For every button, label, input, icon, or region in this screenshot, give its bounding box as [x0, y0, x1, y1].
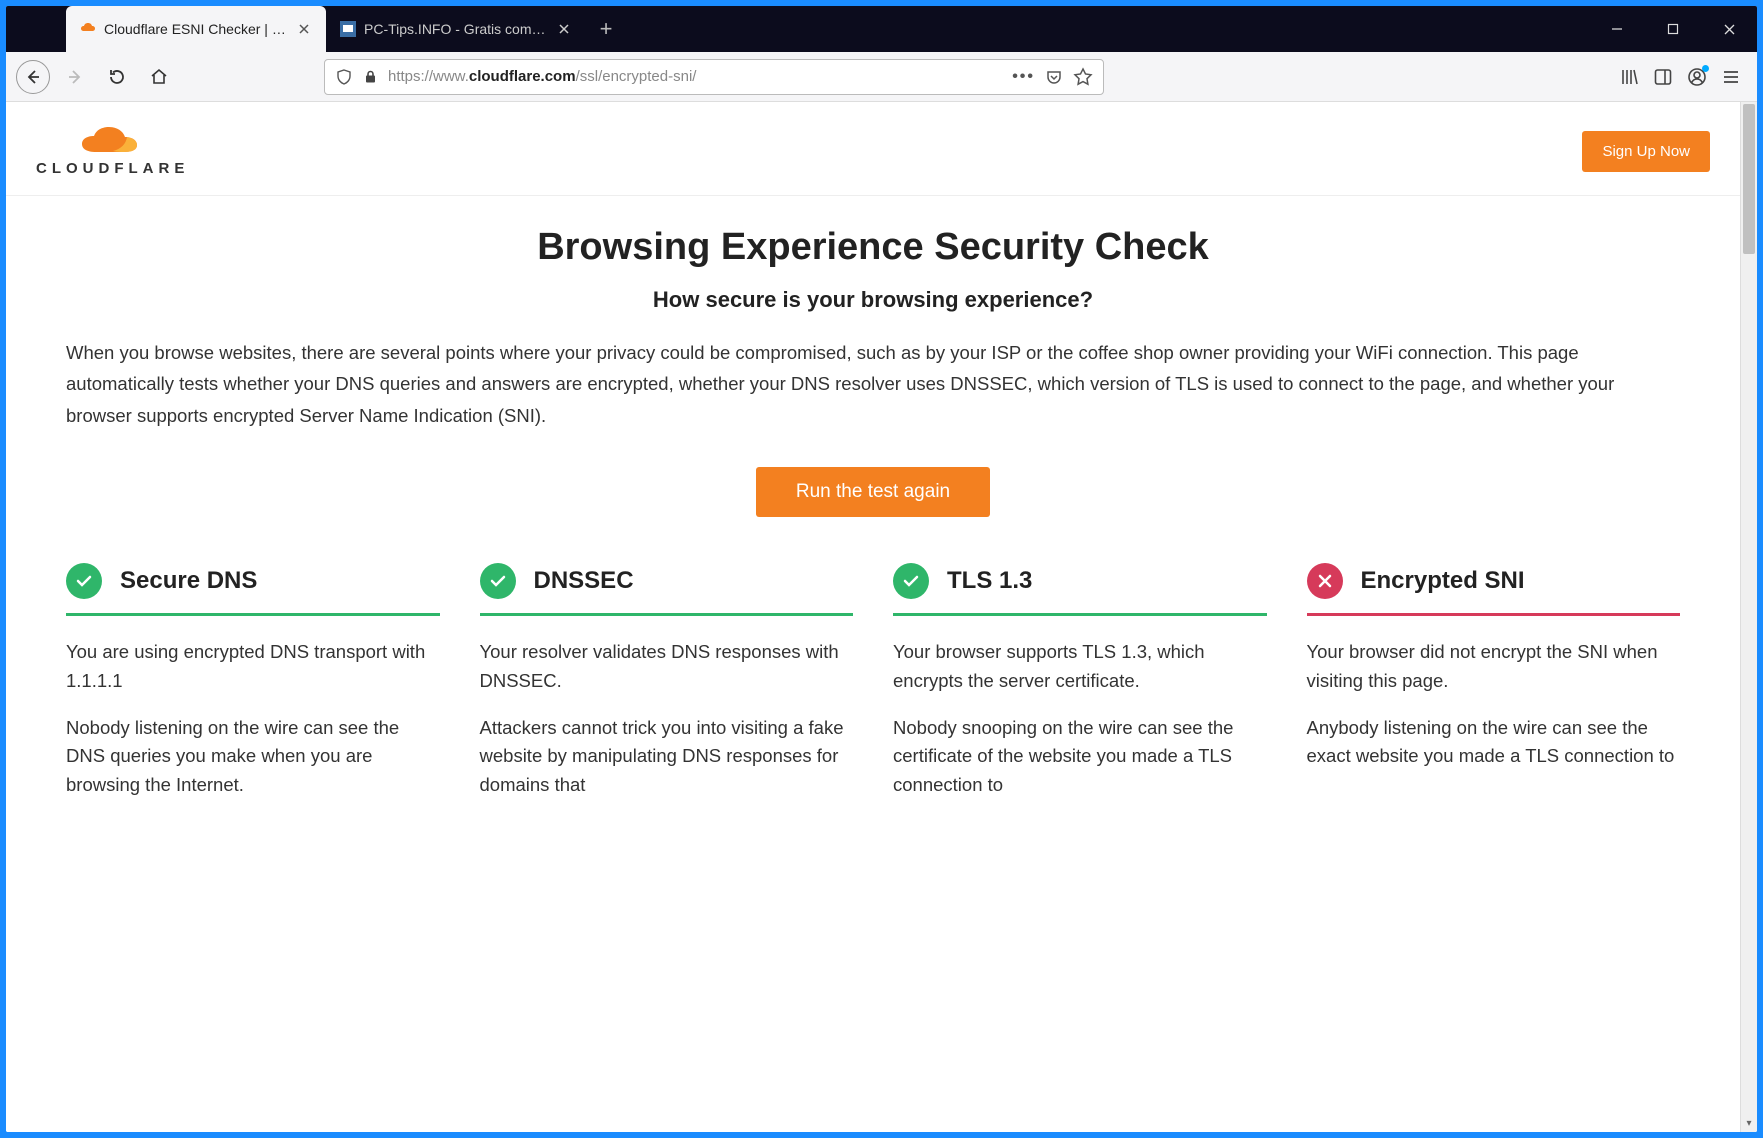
page-subtitle: How secure is your browsing experience?	[66, 287, 1680, 313]
minimize-button[interactable]	[1589, 6, 1645, 52]
account-icon[interactable]	[1687, 67, 1707, 87]
results-grid: Secure DNS You are using encrypted DNS t…	[66, 563, 1680, 817]
card-title: TLS 1.3	[947, 567, 1032, 595]
browser-window: Cloudflare ESNI Checker | Cloud PC-Tips.…	[6, 6, 1757, 1132]
card-title: Secure DNS	[120, 567, 257, 595]
site-header: CLOUDFLARE Sign Up Now	[6, 102, 1740, 196]
divider	[480, 613, 854, 616]
bookmark-star-icon[interactable]	[1073, 67, 1093, 87]
check-icon	[893, 563, 929, 599]
card-summary: Your resolver validates DNS responses wi…	[480, 638, 854, 695]
menu-icon[interactable]	[1721, 67, 1741, 87]
check-icon	[480, 563, 516, 599]
pocket-icon[interactable]	[1045, 68, 1063, 86]
close-window-button[interactable]	[1701, 6, 1757, 52]
tab-active[interactable]: Cloudflare ESNI Checker | Cloud	[66, 6, 326, 52]
close-icon[interactable]	[556, 21, 572, 37]
shield-icon[interactable]	[335, 68, 353, 86]
card-dnssec: DNSSEC Your resolver validates DNS respo…	[480, 563, 854, 817]
main-content: Browsing Experience Security Check How s…	[6, 196, 1740, 818]
divider	[893, 613, 1267, 616]
check-icon	[66, 563, 102, 599]
tab-label: Cloudflare ESNI Checker | Cloud	[104, 21, 288, 37]
tab-strip: Cloudflare ESNI Checker | Cloud PC-Tips.…	[6, 6, 626, 52]
close-icon[interactable]	[296, 21, 312, 37]
tab-inactive-1[interactable]: PC-Tips.INFO - Gratis compute	[326, 6, 586, 52]
tab-label: PC-Tips.INFO - Gratis compute	[364, 21, 548, 37]
card-title: DNSSEC	[534, 567, 634, 595]
scroll-down-icon[interactable]: ▾	[1741, 1115, 1757, 1132]
card-secure-dns: Secure DNS You are using encrypted DNS t…	[66, 563, 440, 817]
brand-text: CLOUDFLARE	[36, 160, 189, 177]
vertical-scrollbar[interactable]: ▾	[1740, 102, 1757, 1132]
cloudflare-favicon-icon	[80, 21, 96, 37]
titlebar: Cloudflare ESNI Checker | Cloud PC-Tips.…	[6, 6, 1757, 52]
divider	[66, 613, 440, 616]
url-bar[interactable]: https://www.cloudflare.com/ssl/encrypted…	[324, 59, 1104, 95]
window-controls	[1589, 6, 1757, 52]
toolbar-right	[1619, 67, 1747, 87]
back-button[interactable]	[16, 60, 50, 94]
toolbar: https://www.cloudflare.com/ssl/encrypted…	[6, 52, 1757, 102]
run-test-button[interactable]: Run the test again	[756, 467, 990, 517]
card-detail: Attackers cannot trick you into visiting…	[480, 714, 854, 800]
card-tls13: TLS 1.3 Your browser supports TLS 1.3, w…	[893, 563, 1267, 817]
card-detail: Nobody snooping on the wire can see the …	[893, 714, 1267, 800]
divider	[1307, 613, 1681, 616]
card-detail: Anybody listening on the wire can see th…	[1307, 714, 1681, 771]
library-icon[interactable]	[1619, 67, 1639, 87]
scrollbar-thumb[interactable]	[1743, 104, 1755, 254]
x-icon	[1307, 563, 1343, 599]
forward-button[interactable]	[58, 60, 92, 94]
intro-paragraph: When you browse websites, there are seve…	[66, 337, 1680, 431]
card-esni: Encrypted SNI Your browser did not encry…	[1307, 563, 1681, 817]
card-title: Encrypted SNI	[1361, 567, 1525, 595]
cloudflare-logo[interactable]: CLOUDFLARE	[36, 126, 189, 177]
card-summary: Your browser supports TLS 1.3, which enc…	[893, 638, 1267, 695]
url-text: https://www.cloudflare.com/ssl/encrypted…	[388, 68, 1002, 85]
card-summary: You are using encrypted DNS transport wi…	[66, 638, 440, 695]
new-tab-button[interactable]: +	[586, 6, 626, 52]
cloud-icon	[78, 126, 148, 158]
lock-icon[interactable]	[363, 69, 378, 84]
reload-button[interactable]	[100, 60, 134, 94]
home-button[interactable]	[142, 60, 176, 94]
page-title: Browsing Experience Security Check	[66, 226, 1680, 269]
page-content: CLOUDFLARE Sign Up Now Browsing Experien…	[6, 102, 1757, 1132]
card-summary: Your browser did not encrypt the SNI whe…	[1307, 638, 1681, 695]
pctips-favicon-icon	[340, 21, 356, 37]
signup-button[interactable]: Sign Up Now	[1582, 131, 1710, 172]
maximize-button[interactable]	[1645, 6, 1701, 52]
viewport: CLOUDFLARE Sign Up Now Browsing Experien…	[6, 102, 1757, 1132]
page-actions-icon[interactable]: •••	[1012, 68, 1035, 86]
card-detail: Nobody listening on the wire can see the…	[66, 714, 440, 800]
sidebar-icon[interactable]	[1653, 67, 1673, 87]
